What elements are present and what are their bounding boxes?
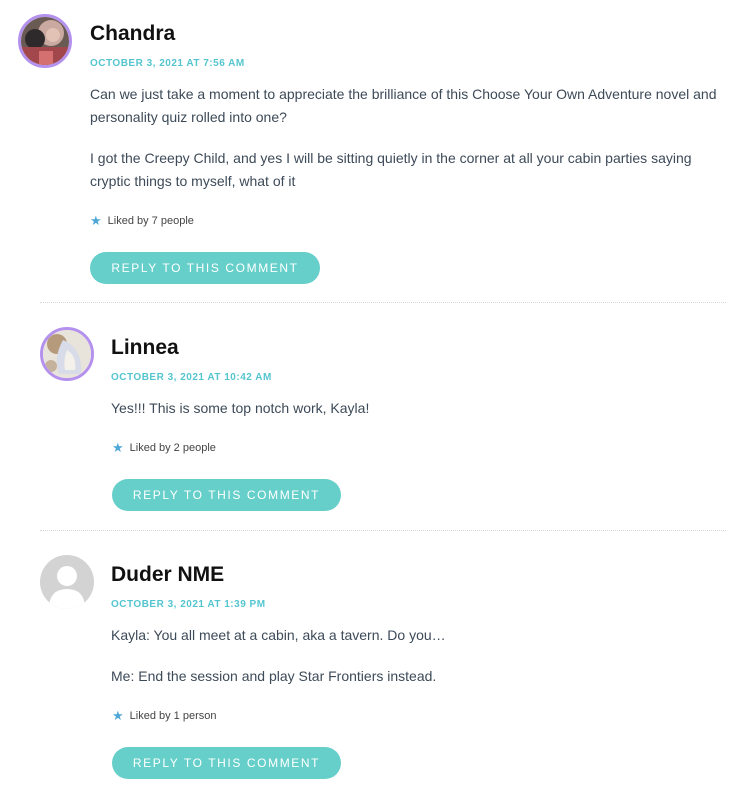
- comment-author[interactable]: Duder NME: [111, 563, 224, 587]
- comment-duder-nme: Duder NME OCTOBER 3, 2021 AT 1:39 PM Kay…: [0, 0, 746, 792]
- default-user-avatar-icon: [40, 555, 94, 609]
- comment-text: Me: End the session and play Star Fronti…: [111, 668, 437, 684]
- star-icon: ★: [112, 708, 124, 723]
- reply-button[interactable]: REPLY TO THIS COMMENT: [112, 747, 341, 779]
- likes-text[interactable]: Liked by 1 person: [130, 710, 217, 722]
- comment-date[interactable]: OCTOBER 3, 2021 AT 1:39 PM: [111, 599, 266, 610]
- comment-text: Kayla: You all meet at a cabin, aka a ta…: [111, 627, 446, 643]
- avatar[interactable]: [40, 555, 94, 609]
- likes-indicator: ★ Liked by 1 person: [112, 709, 217, 722]
